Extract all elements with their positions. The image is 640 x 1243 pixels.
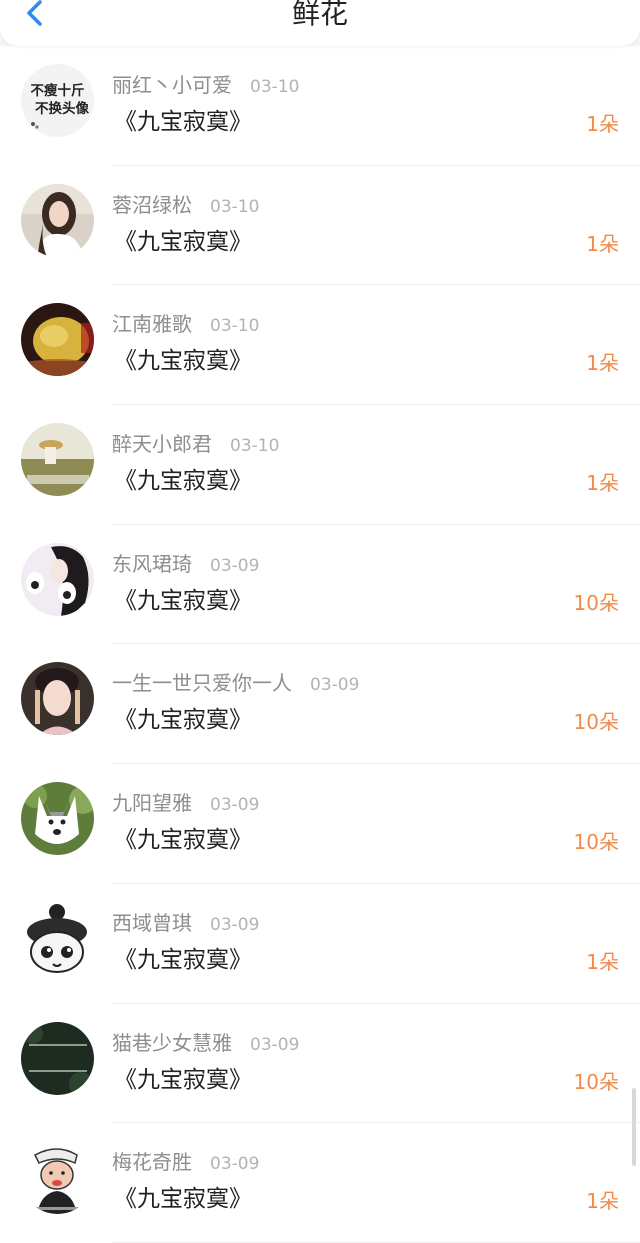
gift-date: 03-10 (250, 77, 300, 97)
gift-name: 《九宝寂寞》 (114, 228, 252, 255)
gift-date: 03-09 (210, 795, 260, 816)
avatar[interactable] (21, 303, 94, 377)
flower-count: 1朵 (586, 471, 619, 496)
gift-date: 03-10 (230, 436, 280, 457)
flower-gift-list: 不瘦十斤 不换头像 丽红丶小可爱 03-10 《九宝寂寞》 1朵 蓉沼绿松 03… (0, 46, 640, 1243)
avatar-badge-line1: 不瘦十斤 (31, 82, 85, 99)
page-title: 鲜花 (291, 0, 348, 30)
flower-count: 10朵 (573, 1069, 619, 1094)
gift-date: 03-09 (210, 1154, 260, 1175)
top-bar: 鲜花 (0, 0, 640, 46)
user-name: 江南雅歌 (112, 312, 192, 337)
avatar[interactable] (21, 901, 94, 975)
gift-date: 03-10 (210, 196, 260, 217)
avatar[interactable] (21, 782, 94, 856)
user-name: 蓉沼绿松 (112, 192, 192, 217)
list-item[interactable]: 醉天小郎君 03-10 《九宝寂寞》 1朵 (0, 405, 640, 525)
gift-date: 03-10 (210, 316, 260, 337)
list-item[interactable]: 一生一世只爱你一人 03-09 《九宝寂寞》 10朵 (0, 644, 640, 764)
flower-count: 10朵 (573, 830, 619, 855)
avatar[interactable] (21, 1021, 94, 1095)
gift-name: 《九宝寂寞》 (114, 348, 252, 375)
gift-date: 03-09 (210, 555, 260, 576)
gift-date: 03-09 (250, 1034, 300, 1055)
gift-name: 《九宝寂寞》 (114, 946, 252, 973)
gift-date: 03-09 (310, 675, 360, 696)
flower-count: 1朵 (586, 1189, 619, 1214)
avatar[interactable] (21, 662, 94, 736)
flower-count: 10朵 (573, 590, 619, 615)
scrollbar[interactable] (632, 1088, 636, 1166)
list-item[interactable]: 江南雅歌 03-10 《九宝寂寞》 1朵 (0, 285, 640, 405)
gift-name: 《九宝寂寞》 (114, 468, 252, 495)
gift-name: 《九宝寂寞》 (114, 707, 252, 734)
gift-name: 《九宝寂寞》 (114, 827, 252, 854)
flower-count: 1朵 (586, 351, 619, 376)
avatar-badge-line2: 不换头像 (35, 100, 89, 117)
list-item[interactable]: 九阳望雅 03-09 《九宝寂寞》 10朵 (0, 764, 640, 884)
user-name: 醉天小郎君 (112, 432, 212, 457)
gift-name: 《九宝寂寞》 (114, 1066, 252, 1093)
gift-name: 《九宝寂寞》 (114, 109, 252, 135)
user-name: 西域曾琪 (112, 910, 192, 935)
list-item[interactable]: 蓉沼绿松 03-10 《九宝寂寞》 1朵 (0, 166, 640, 286)
list-item[interactable]: 梅花奇胜 03-09 《九宝寂寞》 1朵 (0, 1123, 640, 1243)
list-item[interactable]: 西域曾琪 03-09 《九宝寂寞》 1朵 (0, 884, 640, 1004)
gift-date: 03-09 (210, 914, 260, 935)
flower-count: 1朵 (586, 231, 619, 256)
flower-count: 1朵 (586, 112, 619, 136)
flower-count: 10朵 (573, 710, 619, 735)
list-item[interactable]: 东风珺琦 03-09 《九宝寂寞》 10朵 (0, 525, 640, 645)
flower-count: 1朵 (586, 949, 619, 974)
avatar[interactable] (21, 1141, 94, 1215)
user-name: 东风珺琦 (112, 551, 192, 576)
user-name: 一生一世只爱你一人 (112, 671, 292, 696)
list-item[interactable]: 猫巷少女慧雅 03-09 《九宝寂寞》 10朵 (0, 1004, 640, 1124)
avatar[interactable] (21, 423, 94, 497)
gift-name: 《九宝寂寞》 (114, 587, 252, 614)
user-name: 猫巷少女慧雅 (112, 1030, 232, 1055)
user-name: 九阳望雅 (112, 791, 192, 816)
gift-name: 《九宝寂寞》 (114, 1186, 252, 1213)
user-name: 丽红丶小可爱 (112, 73, 232, 97)
avatar[interactable] (21, 542, 94, 616)
list-item[interactable]: 不瘦十斤 不换头像 丽红丶小可爱 03-10 《九宝寂寞》 1朵 (0, 46, 640, 166)
avatar[interactable]: 不瘦十斤 不换头像 (21, 64, 94, 137)
user-name: 梅花奇胜 (112, 1150, 192, 1175)
avatar[interactable] (21, 183, 94, 257)
